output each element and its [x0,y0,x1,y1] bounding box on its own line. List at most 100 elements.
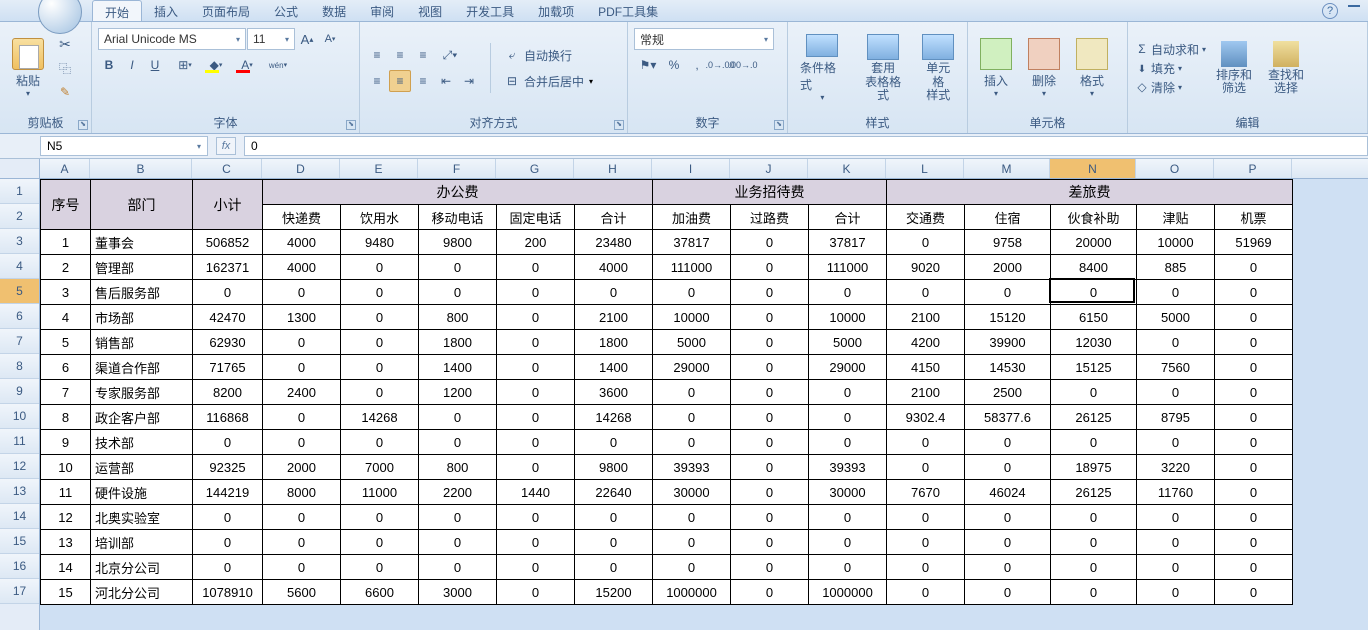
row-header-17[interactable]: 17 [0,579,39,604]
merge-center-button[interactable]: ⊟合并后居中▾ [501,70,593,92]
tab-页面布局[interactable]: 页面布局 [190,0,262,21]
col-header-E[interactable]: E [340,159,418,178]
wrap-text-button[interactable]: ⤶自动换行 [501,44,593,66]
table-row[interactable]: 9技术部00000000000000 [41,430,1293,455]
find-select-button[interactable]: 查找和 选择 [1262,32,1310,104]
table-row[interactable]: 8政企客户部11686801426800142680009302.458377.… [41,405,1293,430]
col-header-P[interactable]: P [1214,159,1292,178]
cut-button[interactable] [54,33,76,55]
grow-font-button[interactable]: A▴ [296,28,318,50]
col-header-H[interactable]: H [574,159,652,178]
shrink-font-button[interactable]: A▾ [319,28,341,50]
row-header-3[interactable]: 3 [0,229,39,254]
align-middle-button[interactable]: ≡ [389,44,411,66]
row-header-8[interactable]: 8 [0,354,39,379]
align-expand[interactable]: ⬊ [614,120,624,130]
row-header-2[interactable]: 2 [0,204,39,229]
percent-button[interactable]: % [663,54,685,76]
number-expand[interactable]: ⬊ [774,120,784,130]
align-right-button[interactable]: ≡ [412,70,434,92]
copy-button[interactable] [54,57,76,79]
format-cells-button[interactable]: 格式▾ [1070,32,1114,104]
indent-dec-button[interactable]: ⇤ [435,70,457,92]
row-header-9[interactable]: 9 [0,379,39,404]
font-expand[interactable]: ⬊ [346,120,356,130]
indent-inc-button[interactable]: ⇥ [458,70,480,92]
table-row[interactable]: 13培训部00000000000000 [41,530,1293,555]
col-header-J[interactable]: J [730,159,808,178]
row-header-10[interactable]: 10 [0,404,39,429]
paste-button[interactable]: 粘贴 ▾ [6,32,50,104]
row-header-12[interactable]: 12 [0,454,39,479]
phonetic-button[interactable]: wén▾ [263,54,293,76]
fx-button[interactable]: fx [216,137,236,155]
cell-styles-button[interactable]: 单元格 样式 [915,32,961,104]
table-row[interactable]: 1董事会506852400094809800200234803781703781… [41,230,1293,255]
tab-开发工具[interactable]: 开发工具 [454,0,526,21]
table-format-button[interactable]: 套用 表格格式 [855,32,912,104]
col-header-B[interactable]: B [90,159,192,178]
formula-input[interactable]: 0 [244,136,1368,156]
delete-cells-button[interactable]: 删除▾ [1022,32,1066,104]
table-row[interactable]: 3售后服务部00000000000000 [41,280,1293,305]
format-painter-button[interactable] [54,81,76,103]
name-box[interactable]: N5▾ [40,136,208,156]
align-top-button[interactable]: ≡ [366,44,388,66]
col-header-K[interactable]: K [808,159,886,178]
row-header-11[interactable]: 11 [0,429,39,454]
clear-button[interactable]: 清除▾ [1134,79,1206,96]
tab-PDF工具集[interactable]: PDF工具集 [586,0,670,21]
row-header-4[interactable]: 4 [0,254,39,279]
clipboard-expand[interactable]: ⬊ [78,120,88,130]
autosum-button[interactable]: 自动求和▾ [1134,41,1206,58]
row-header-5[interactable]: 5 [0,279,39,304]
row-header-7[interactable]: 7 [0,329,39,354]
align-center-button[interactable]: ≡ [389,70,411,92]
table-row[interactable]: 14北京分公司00000000000000 [41,555,1293,580]
bold-button[interactable]: B [98,54,120,76]
tab-公式[interactable]: 公式 [262,0,310,21]
cells-area[interactable]: 序号部门小计办公费业务招待费差旅费快递费饮用水移动电话固定电话合计加油费过路费合… [40,179,1368,605]
col-header-L[interactable]: L [886,159,964,178]
sort-filter-button[interactable]: 排序和 筛选 [1210,32,1258,104]
table-row[interactable]: 12北奥实验室00000000000000 [41,505,1293,530]
col-header-I[interactable]: I [652,159,730,178]
table-row[interactable]: 6渠道合作部7176500140001400290000290004150145… [41,355,1293,380]
help-icon[interactable]: ? [1322,3,1338,19]
table-row[interactable]: 7专家服务部82002400012000360000021002500000 [41,380,1293,405]
select-all-corner[interactable] [0,159,39,179]
col-header-F[interactable]: F [418,159,496,178]
insert-cells-button[interactable]: 插入▾ [974,32,1018,104]
col-header-D[interactable]: D [262,159,340,178]
table-row[interactable]: 15河北分公司107891056006600300001520010000000… [41,580,1293,605]
col-header-O[interactable]: O [1136,159,1214,178]
row-header-14[interactable]: 14 [0,504,39,529]
currency-button[interactable]: ⚑▾ [634,54,662,76]
row-header-15[interactable]: 15 [0,529,39,554]
fill-color-button[interactable]: ◆▾ [201,54,231,76]
col-header-C[interactable]: C [192,159,262,178]
number-format-combo[interactable]: 常规▾ [634,28,774,50]
tab-视图[interactable]: 视图 [406,0,454,21]
tab-加载项[interactable]: 加载项 [526,0,586,21]
row-header-13[interactable]: 13 [0,479,39,504]
row-header-6[interactable]: 6 [0,304,39,329]
font-size-combo[interactable]: 11▾ [247,28,295,50]
tab-数据[interactable]: 数据 [310,0,358,21]
align-bottom-button[interactable]: ≡ [412,44,434,66]
dec-decimal-button[interactable]: .00→.0 [732,54,754,76]
tab-开始[interactable]: 开始 [92,0,142,21]
table-row[interactable]: 2管理部162371400000040001110000111000902020… [41,255,1293,280]
minimize-ribbon-icon[interactable] [1348,5,1360,7]
tab-审阅[interactable]: 审阅 [358,0,406,21]
table-row[interactable]: 4市场部424701300080002100100000100002100151… [41,305,1293,330]
align-left-button[interactable]: ≡ [366,70,388,92]
col-header-G[interactable]: G [496,159,574,178]
italic-button[interactable]: I [121,54,143,76]
cond-format-button[interactable]: 条件格式▾ [794,32,851,104]
table-row[interactable]: 11硬件设施1442198000110002200144022640300000… [41,480,1293,505]
row-header-16[interactable]: 16 [0,554,39,579]
font-color-button[interactable]: A▾ [232,54,262,76]
tab-插入[interactable]: 插入 [142,0,190,21]
border-button[interactable]: ⊞▾ [170,54,200,76]
